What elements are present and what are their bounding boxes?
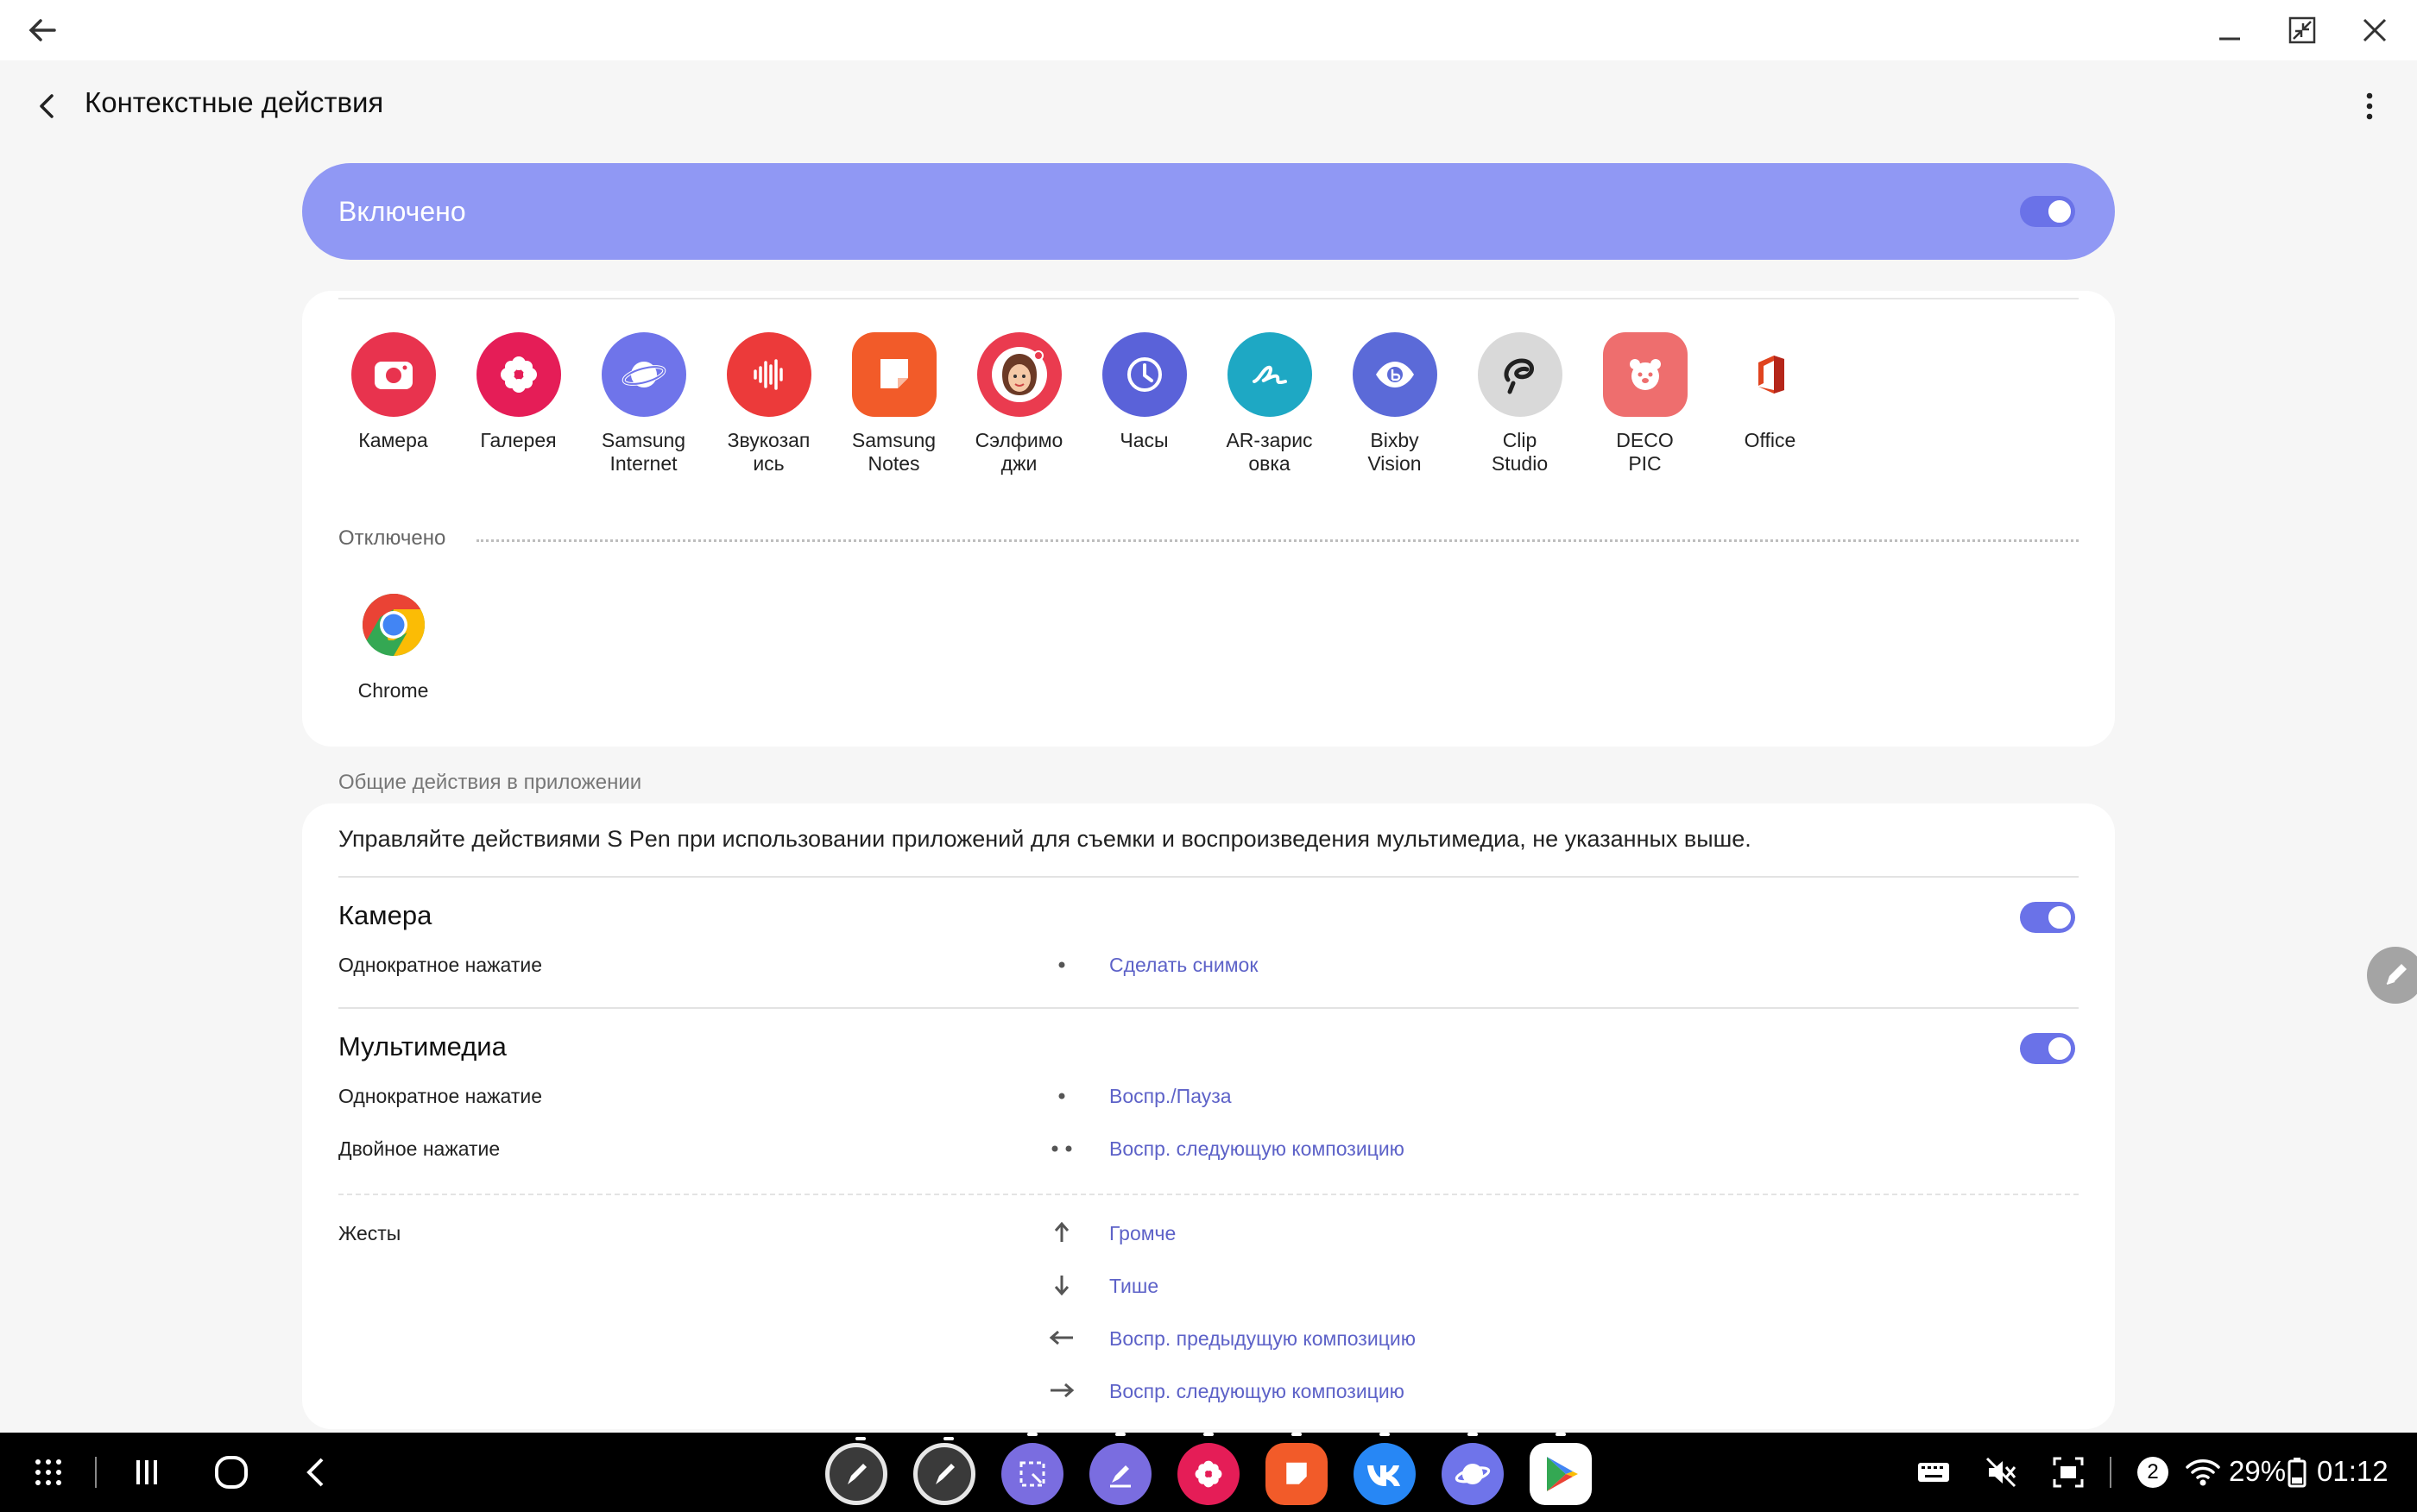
clock-time: 01:12 xyxy=(2317,1455,2389,1487)
gesture-right-action[interactable]: Воспр. следующую композицию xyxy=(1109,1380,1404,1403)
dock-samsung-internet-icon[interactable] xyxy=(1442,1433,1504,1505)
master-toggle[interactable] xyxy=(2020,196,2075,227)
battery-icon xyxy=(2284,1446,2310,1498)
app-voice-recorder[interactable]: Звукозап ись xyxy=(706,332,831,476)
deco-pic-icon xyxy=(1602,332,1688,417)
voice-recorder-icon xyxy=(726,332,811,417)
chrome-icon xyxy=(350,583,436,667)
keyboard-icon[interactable] xyxy=(1908,1446,1959,1498)
gesture-up-action[interactable]: Громче xyxy=(1109,1222,1176,1245)
dock-smart-select-icon[interactable] xyxy=(1001,1433,1063,1505)
ar-doodle-icon xyxy=(1227,332,1312,417)
app-clip-studio[interactable]: Clip Studio xyxy=(1457,332,1582,476)
taskbar: 2 29% 01:12 xyxy=(0,1433,2417,1512)
app-selfie-emoji[interactable]: Сэлфимо джи xyxy=(956,332,1082,476)
app-ar-doodle[interactable]: AR-зарис овка xyxy=(1207,332,1332,476)
app-bixby-vision[interactable]: Bixby Vision xyxy=(1332,332,1457,476)
window-back-arrow-icon[interactable] xyxy=(21,9,64,52)
app-office[interactable]: Office xyxy=(1707,332,1833,452)
window-title-bar xyxy=(0,0,2417,60)
app-drawer-icon[interactable] xyxy=(22,1446,74,1498)
camera-toggle[interactable] xyxy=(2020,902,2075,933)
single-dot-icon xyxy=(1044,1083,1079,1109)
dock-gallery-icon[interactable] xyxy=(1177,1433,1240,1505)
back-chevron-icon[interactable] xyxy=(26,85,69,128)
app-gallery[interactable]: Галерея xyxy=(456,332,581,452)
gesture-down-action[interactable]: Тише xyxy=(1109,1275,1158,1298)
master-switch-bar[interactable]: Включено xyxy=(302,163,2115,260)
arrow-down-icon xyxy=(1044,1272,1079,1298)
dock-pen-app-1-icon[interactable] xyxy=(825,1437,887,1505)
apps-card: Камера Галерея Samsung Internet Звукозап и… xyxy=(302,291,2115,747)
arrow-up-icon xyxy=(1044,1219,1079,1245)
general-actions-card: Управляйте действиями S Pen при использо… xyxy=(302,803,2115,1429)
gestures-label: Жесты xyxy=(338,1222,401,1244)
dock-samsung-notes-icon[interactable] xyxy=(1265,1433,1328,1505)
clip-studio-icon xyxy=(1477,332,1562,417)
master-switch-label: Включено xyxy=(338,196,466,227)
more-options-icon[interactable] xyxy=(2348,85,2391,128)
dock-pen-up-icon[interactable] xyxy=(1089,1433,1152,1505)
app-deco-pic[interactable]: DECO PIC xyxy=(1582,332,1707,476)
media-single-press-action[interactable]: Воспр./Пауза xyxy=(1109,1085,1232,1108)
samsung-internet-icon xyxy=(601,332,686,417)
restore-window-icon[interactable] xyxy=(2281,9,2324,52)
notification-count-badge[interactable]: 2 xyxy=(2127,1446,2179,1498)
air-command-pen-icon[interactable] xyxy=(2367,947,2417,1004)
media-double-press-action[interactable]: Воспр. следующую композицию xyxy=(1109,1137,1404,1161)
general-description: Управляйте действиями S Pen при использо… xyxy=(338,826,1751,852)
samsung-notes-icon xyxy=(851,332,937,417)
gallery-icon xyxy=(476,332,561,417)
gesture-left-action[interactable]: Воспр. предыдущую композицию xyxy=(1109,1327,1416,1351)
camera-group-title: Камера xyxy=(338,900,432,930)
double-dot-icon xyxy=(1044,1136,1079,1162)
screen-capture-icon[interactable] xyxy=(2042,1446,2094,1498)
app-chrome[interactable]: Chrome xyxy=(331,583,456,702)
battery-percentage: 29% xyxy=(2229,1455,2287,1487)
clock-icon xyxy=(1101,332,1187,417)
office-icon xyxy=(1727,332,1813,417)
home-icon[interactable] xyxy=(205,1446,257,1498)
back-icon[interactable] xyxy=(290,1446,342,1498)
dock-pen-app-2-icon[interactable] xyxy=(913,1437,975,1505)
dock-vk-icon[interactable] xyxy=(1354,1433,1416,1505)
page-title: Контекстные действия xyxy=(85,86,384,118)
camera-icon xyxy=(350,332,436,417)
app-header: Контекстные действия xyxy=(0,60,2417,147)
arrow-right-icon xyxy=(1044,1377,1079,1403)
disabled-divider xyxy=(476,539,2079,542)
dock-play-store-icon[interactable] xyxy=(1530,1433,1592,1505)
bixby-vision-icon xyxy=(1352,332,1437,417)
app-samsung-internet[interactable]: Samsung Internet xyxy=(581,332,706,476)
general-actions-section-label: Общие действия в приложении xyxy=(338,771,642,794)
media-toggle[interactable] xyxy=(2020,1033,2075,1064)
media-single-press-label: Однократное нажатие xyxy=(338,1085,542,1107)
minimize-icon[interactable] xyxy=(2208,9,2251,52)
sound-muted-icon[interactable] xyxy=(1975,1446,2027,1498)
arrow-left-icon xyxy=(1044,1325,1079,1351)
app-camera[interactable]: Камера xyxy=(331,332,456,452)
camera-single-press-label: Однократное нажатие xyxy=(338,954,542,976)
recent-apps-icon[interactable] xyxy=(121,1446,173,1498)
wifi-icon xyxy=(2177,1446,2229,1498)
media-group-title: Мультимедиа xyxy=(338,1031,507,1062)
app-clock[interactable]: Часы xyxy=(1082,332,1207,452)
close-icon[interactable] xyxy=(2353,9,2396,52)
single-dot-icon xyxy=(1044,952,1079,978)
selfie-emoji-icon xyxy=(976,332,1062,417)
app-samsung-notes[interactable]: Samsung Notes xyxy=(831,332,956,476)
camera-single-press-action[interactable]: Сделать снимок xyxy=(1109,954,1258,977)
media-double-press-label: Двойное нажатие xyxy=(338,1137,501,1160)
disabled-section-label: Отключено xyxy=(338,526,446,550)
